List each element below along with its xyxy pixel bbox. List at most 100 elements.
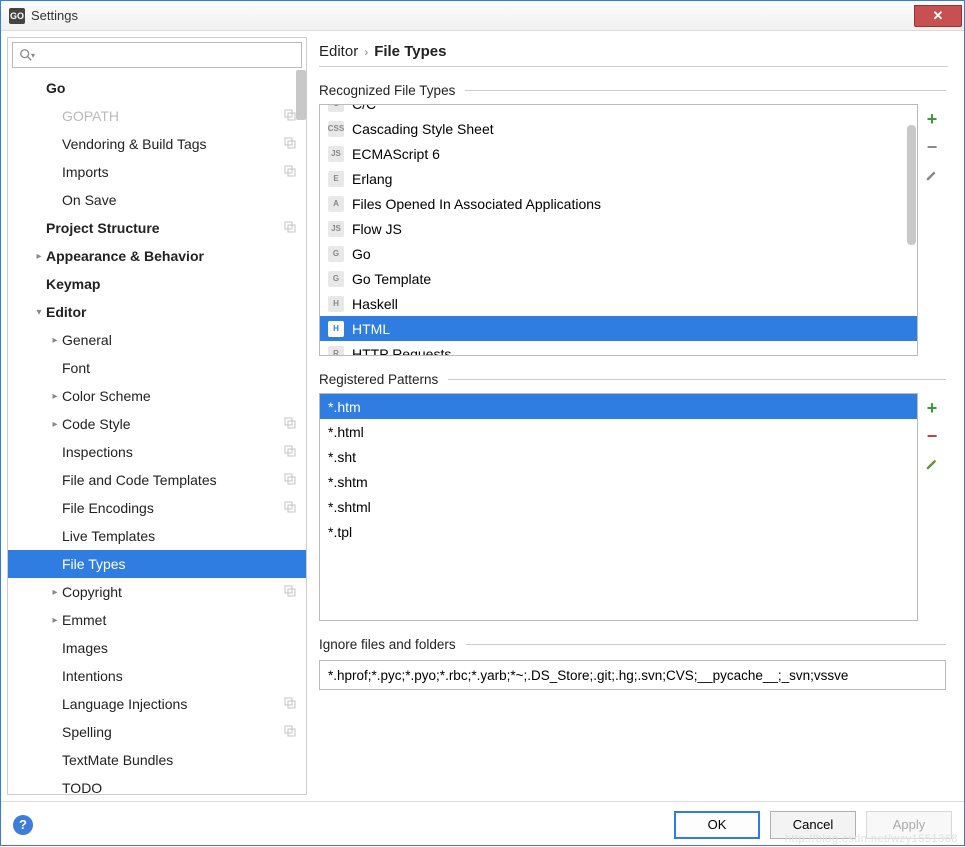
titlebar: GO Settings ✕ xyxy=(1,1,964,31)
pattern-row[interactable]: *.html xyxy=(320,419,917,444)
tree-item-copyright[interactable]: ▸Copyright xyxy=(8,578,306,606)
chevron-down-icon: ▾ xyxy=(32,307,46,318)
pattern-row[interactable]: *.htm xyxy=(320,394,917,419)
button-bar: ? OK Cancel Apply http://blog.csdn.net/w… xyxy=(1,801,964,847)
tree-item-emmet[interactable]: ▸Emmet xyxy=(8,606,306,634)
project-scope-icon xyxy=(284,108,300,124)
tree-item-font[interactable]: Font xyxy=(8,354,306,382)
close-button[interactable]: ✕ xyxy=(914,5,962,27)
filetype-icon: G xyxy=(328,271,344,287)
pattern-label: *.shtm xyxy=(328,474,368,490)
tree-item-color-scheme[interactable]: ▸Color Scheme xyxy=(8,382,306,410)
filetype-label: ECMAScript 6 xyxy=(352,146,440,162)
tree-item-go[interactable]: Go xyxy=(8,74,306,102)
tree-item-editor[interactable]: ▾Editor xyxy=(8,298,306,326)
tree-item-keymap[interactable]: Keymap xyxy=(8,270,306,298)
project-scope-icon xyxy=(284,696,300,712)
chevron-right-icon: ▸ xyxy=(32,251,46,262)
pencil-icon xyxy=(925,168,939,182)
ignore-files-input[interactable] xyxy=(319,660,946,690)
add-pattern-button[interactable]: + xyxy=(923,399,941,417)
tree-item-file-encodings[interactable]: File Encodings xyxy=(8,494,306,522)
pattern-row[interactable]: *.sht xyxy=(320,444,917,469)
pattern-label: *.sht xyxy=(328,449,356,465)
edit-pattern-button[interactable] xyxy=(923,455,941,473)
filetype-row[interactable]: JS ECMAScript 6 xyxy=(320,141,917,166)
filetypes-scrollbar[interactable] xyxy=(907,125,916,245)
breadcrumb-root[interactable]: Editor xyxy=(319,43,358,60)
tree-item-file-and-code-templates[interactable]: File and Code Templates xyxy=(8,466,306,494)
search-options-chevron-icon[interactable]: ▾ xyxy=(31,51,35,60)
filetype-label: Erlang xyxy=(352,171,392,187)
recognized-file-types-list[interactable]: CC/CCSSCascading Style Sheet JS ECMAScript… xyxy=(319,104,918,356)
tree-item-appearance-behavior[interactable]: ▸Appearance & Behavior xyxy=(8,242,306,270)
filetype-icon: A xyxy=(328,196,344,212)
tree-item-label: Vendoring & Build Tags xyxy=(62,136,284,152)
help-button[interactable]: ? xyxy=(13,815,33,835)
tree-item-vendoring-build-tags[interactable]: Vendoring & Build Tags xyxy=(8,130,306,158)
filetype-row[interactable]: G Go xyxy=(320,241,917,266)
tree-item-imports[interactable]: Imports xyxy=(8,158,306,186)
filetype-row[interactable]: HHaskell xyxy=(320,291,917,316)
filetype-row[interactable]: JSFlow JS xyxy=(320,216,917,241)
pattern-row[interactable]: *.tpl xyxy=(320,519,917,544)
search-box[interactable]: ▾ xyxy=(12,42,302,68)
registered-patterns-list[interactable]: *.htm*.html *.sht *.shtm *.shtml *.tpl xyxy=(319,393,918,621)
main-pane: Editor › File Types Recognized File Type… xyxy=(313,37,958,795)
tree-item-intentions[interactable]: Intentions xyxy=(8,662,306,690)
tree-item-label: Editor xyxy=(46,304,306,320)
tree-item-spelling[interactable]: Spelling xyxy=(8,718,306,746)
tree-item-label: Copyright xyxy=(62,584,284,600)
tree-item-general[interactable]: ▸General xyxy=(8,326,306,354)
edit-filetype-button[interactable] xyxy=(923,166,941,184)
tree-item-language-injections[interactable]: Language Injections xyxy=(8,690,306,718)
filetype-label: C/C xyxy=(352,104,376,112)
tree-item-code-style[interactable]: ▸Code Style xyxy=(8,410,306,438)
filetype-row[interactable]: RHTTP Requests xyxy=(320,341,917,356)
tree-item-label: Keymap xyxy=(46,276,306,292)
remove-pattern-button[interactable]: − xyxy=(923,427,941,445)
project-scope-icon xyxy=(284,220,300,236)
tree-item-label: Spelling xyxy=(62,724,284,740)
filetype-icon: E xyxy=(328,171,344,187)
filetype-row[interactable]: G Go Template xyxy=(320,266,917,291)
tree-item-file-types[interactable]: File Types xyxy=(8,550,306,578)
filetype-icon: G xyxy=(328,246,344,262)
filetype-row[interactable]: E Erlang xyxy=(320,166,917,191)
pattern-label: *.tpl xyxy=(328,524,352,540)
tree-item-label: GOPATH xyxy=(62,108,284,124)
pattern-row[interactable]: *.shtm xyxy=(320,469,917,494)
tree-item-on-save[interactable]: On Save xyxy=(8,186,306,214)
tree-item-images[interactable]: Images xyxy=(8,634,306,662)
tree-item-inspections[interactable]: Inspections xyxy=(8,438,306,466)
tree-item-textmate-bundles[interactable]: TextMate Bundles xyxy=(8,746,306,774)
project-scope-icon xyxy=(284,164,300,180)
tree-item-label: File and Code Templates xyxy=(62,472,284,488)
tree-item-label: General xyxy=(62,332,306,348)
filetype-label: Go Template xyxy=(352,271,431,287)
tree-item-label: Emmet xyxy=(62,612,306,628)
tree-item-todo[interactable]: TODO xyxy=(8,774,306,794)
ok-button[interactable]: OK xyxy=(674,811,760,839)
tree-item-gopath[interactable]: GOPATH xyxy=(8,102,306,130)
filetype-row[interactable]: HHTML xyxy=(320,316,917,341)
window-title: Settings xyxy=(31,8,78,23)
tree-item-label: Images xyxy=(62,640,306,656)
filetype-label: Go xyxy=(352,246,371,262)
tree-item-live-templates[interactable]: Live Templates xyxy=(8,522,306,550)
tree-item-project-structure[interactable]: Project Structure xyxy=(8,214,306,242)
add-filetype-button[interactable]: + xyxy=(923,110,941,128)
filetype-row[interactable]: CC/C xyxy=(320,104,917,116)
filetype-icon: H xyxy=(328,296,344,312)
remove-filetype-button[interactable]: − xyxy=(923,138,941,156)
filetype-row[interactable]: AFiles Opened In Associated Applications xyxy=(320,191,917,216)
tree-item-label: Inspections xyxy=(62,444,284,460)
search-input[interactable] xyxy=(39,48,295,63)
filetype-icon: JS xyxy=(328,146,344,162)
settings-tree[interactable]: Go GOPATH Vendoring & Build Tags ImportsOn … xyxy=(8,70,306,794)
filetype-row[interactable]: CSSCascading Style Sheet xyxy=(320,116,917,141)
pattern-row[interactable]: *.shtml xyxy=(320,494,917,519)
patterns-tools: + − xyxy=(918,393,946,621)
filetype-label: HTML xyxy=(352,321,390,337)
filetype-label: Flow JS xyxy=(352,221,402,237)
